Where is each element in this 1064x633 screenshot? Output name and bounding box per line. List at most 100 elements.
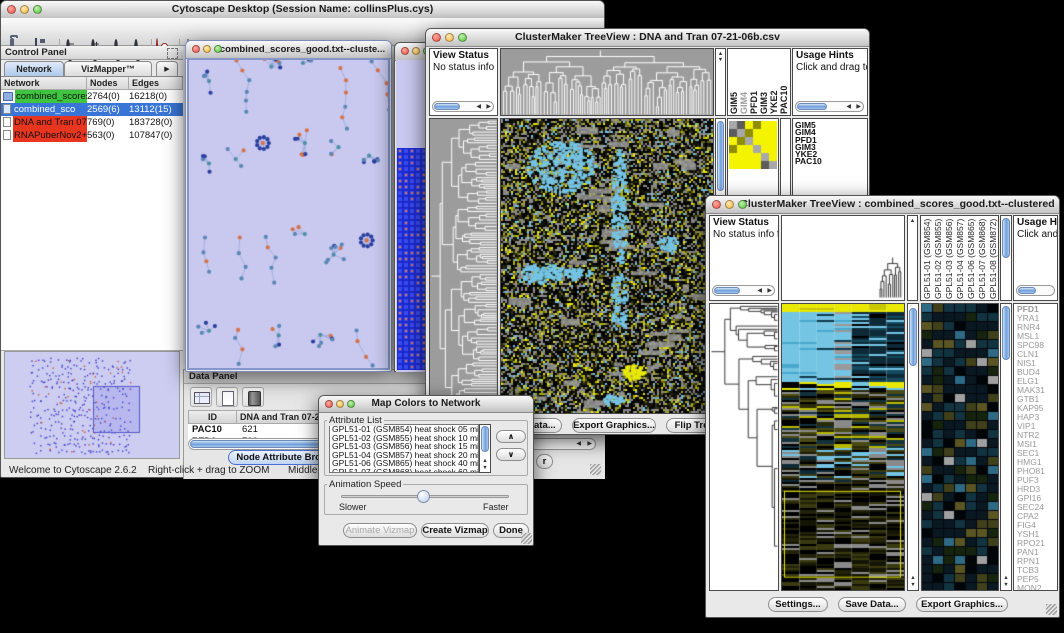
treeview2-titlebar[interactable]: ClusterMaker TreeView : combined_scores_… [706, 196, 1059, 214]
settings-button[interactable]: Settings... [768, 597, 828, 612]
tab-overflow-icon[interactable]: ▶ [156, 61, 178, 76]
minimize-icon[interactable] [336, 400, 344, 408]
view-status-scrollbar[interactable]: ◀ ▶ [712, 285, 775, 296]
usage-hints-scrollbar[interactable] [1016, 285, 1055, 296]
row-dendrogram-canvas[interactable] [430, 119, 497, 413]
dialog-titlebar[interactable]: Map Colors to Network [319, 396, 533, 413]
global-heatmap-panel[interactable] [781, 303, 905, 591]
close-icon[interactable] [401, 47, 409, 55]
zoom-window-icon[interactable] [738, 200, 747, 209]
birds-eye-view[interactable] [4, 351, 180, 459]
scroll-left-icon[interactable]: ◀ [757, 286, 762, 296]
tab-network[interactable]: Network [4, 61, 64, 76]
network-row[interactable]: combined_sco 2569(6) 13112(15) [1, 103, 183, 116]
column-dendrogram-canvas[interactable] [782, 216, 904, 300]
view-status-scrollbar[interactable]: ◀ ▶ [432, 101, 494, 112]
id-column-header[interactable]: ID [189, 411, 237, 423]
global-heatmap-canvas[interactable] [782, 304, 904, 590]
column-dendrogram-canvas[interactable] [501, 49, 713, 115]
new-attribute-icon[interactable] [216, 387, 238, 407]
close-icon[interactable] [325, 400, 333, 408]
attribute-list-scrollbar[interactable]: ▲ ▼ [479, 424, 491, 473]
animate-vizmap-button[interactable]: Animate Vizmap [343, 523, 417, 538]
create-vizmap-button[interactable]: Create Vizmap [421, 523, 489, 538]
scroll-right-icon[interactable]: ▶ [587, 439, 592, 449]
resize-grip[interactable] [1046, 604, 1057, 615]
birds-eye-canvas[interactable] [5, 352, 179, 458]
network-table-header[interactable]: Network Nodes Edges [1, 77, 183, 90]
zoom-heatmap-panel[interactable] [921, 303, 999, 591]
column-labels-panel[interactable]: GPL51-01 (GSM854)GPL51-02 (GSM855)GPL51-… [920, 215, 999, 301]
scroll-right-icon[interactable]: ▶ [486, 102, 491, 112]
column-dendrogram-panel[interactable] [781, 215, 905, 301]
scroll-down-icon[interactable]: ▼ [480, 465, 490, 471]
column-scroll-strip[interactable]: ▲ [907, 215, 918, 301]
close-icon[interactable] [712, 200, 721, 209]
heatmap-canvas[interactable] [501, 119, 713, 413]
export-graphics-button[interactable]: Export Graphics... [572, 418, 656, 433]
scroll-left-icon[interactable]: ◀ [846, 102, 851, 112]
close-icon[interactable] [432, 33, 441, 42]
zoom-window-icon[interactable] [458, 33, 467, 42]
export-graphics-button[interactable]: Export Graphics... [916, 597, 1008, 612]
float-panel-icon[interactable] [167, 48, 178, 59]
minimize-icon[interactable] [203, 45, 211, 53]
move-down-button[interactable]: ∨ [496, 448, 526, 461]
zoom-window-icon[interactable] [347, 400, 355, 408]
save-data-button[interactable]: Save Data... [838, 597, 906, 612]
usage-hints-scrollbar[interactable]: ◀ ▶ [795, 101, 864, 112]
zoom-matrix-canvas[interactable] [729, 121, 777, 169]
heatmap-panel[interactable] [500, 118, 714, 414]
minimize-icon[interactable] [725, 200, 734, 209]
scroll-up-icon[interactable]: ▲ [908, 575, 918, 581]
minimize-icon[interactable] [445, 33, 454, 42]
scroll-up-icon[interactable]: ▲ [1001, 575, 1011, 581]
row-dendrogram-panel[interactable] [429, 118, 498, 414]
scroll-down-icon[interactable]: ▼ [1001, 582, 1011, 588]
row-dendrogram-canvas[interactable] [710, 304, 778, 590]
scroll-down-icon[interactable]: ▼ [716, 57, 725, 63]
scroll-up-icon[interactable]: ▲ [908, 218, 917, 224]
scroll-right-icon[interactable]: ▶ [767, 286, 772, 296]
column-labels-vsc rollbar[interactable] [1000, 215, 1012, 301]
minimize-icon[interactable] [20, 5, 29, 14]
move-up-button[interactable]: ∧ [496, 430, 526, 443]
row-dendrogram-panel[interactable] [709, 303, 779, 591]
close-icon[interactable] [192, 45, 200, 53]
column-labels-panel[interactable]: GIM5GIM4PFD1GIM3YKE2PAC10 [727, 48, 791, 116]
row-labels-panel[interactable]: PFD1YRA1RNR4MSL1SPC98CLN1NIS1BUD4ELG1MAK… [1013, 303, 1058, 591]
scroll-left-icon[interactable]: ◀ [576, 439, 581, 449]
close-icon[interactable] [7, 5, 16, 14]
zoom-heatmap-canvas[interactable] [922, 304, 998, 590]
attribute-list[interactable]: GPL51-01 (GSM854) heat shock 05 minGPL51… [329, 424, 479, 473]
column-scroll-strip[interactable]: ▲ ▼ [715, 48, 726, 116]
row-label: PAC10 [795, 158, 822, 165]
resize-grip[interactable] [521, 533, 532, 544]
network-canvas[interactable] [189, 60, 388, 368]
slider-thumb[interactable] [417, 490, 430, 503]
zoom-window-icon[interactable] [33, 5, 42, 14]
network-view-titlebar[interactable]: combined_scores_good.txt--cluste... [186, 41, 391, 59]
resize-grip[interactable] [590, 464, 601, 475]
scroll-left-icon[interactable]: ◀ [476, 102, 481, 112]
attribute-list-label: Attribute List [327, 415, 384, 426]
attribute-select-icon[interactable] [190, 387, 212, 407]
scroll-right-icon[interactable]: ▶ [856, 102, 861, 112]
network-view-2-titlebar[interactable] [395, 43, 429, 61]
main-titlebar[interactable]: Cytoscape Desktop (Session Name: collins… [1, 1, 604, 19]
hidden-button-fragment[interactable]: r [536, 454, 553, 469]
network-row[interactable]: combined_scores 2764(0) 16218(0) [1, 90, 183, 103]
global-vscrollbar[interactable]: ▲ ▼ [907, 303, 919, 591]
network-row[interactable]: RNAPuberNov2+[ 563(0) 107847(0) [1, 129, 183, 142]
network-row[interactable]: DNA and Tran 07 769(0) 183728(0) [1, 116, 183, 129]
treeview1-titlebar[interactable]: ClusterMaker TreeView : DNA and Tran 07-… [426, 29, 869, 47]
tab-vizmapper[interactable]: VizMapper™ [64, 61, 152, 76]
scroll-down-icon[interactable]: ▼ [908, 582, 918, 588]
column-dendrogram-panel[interactable] [500, 48, 714, 116]
attribute-list-item[interactable]: GPL51-07 (GSM868) heat shock 60 min [330, 468, 478, 473]
minimize-icon[interactable] [412, 47, 420, 55]
zoom-vscrollbar[interactable]: ▲ ▼ [1000, 303, 1012, 591]
zoom-window-icon[interactable] [214, 45, 222, 53]
delete-attribute-icon[interactable] [242, 387, 264, 407]
scroll-up-icon[interactable]: ▲ [480, 458, 490, 464]
